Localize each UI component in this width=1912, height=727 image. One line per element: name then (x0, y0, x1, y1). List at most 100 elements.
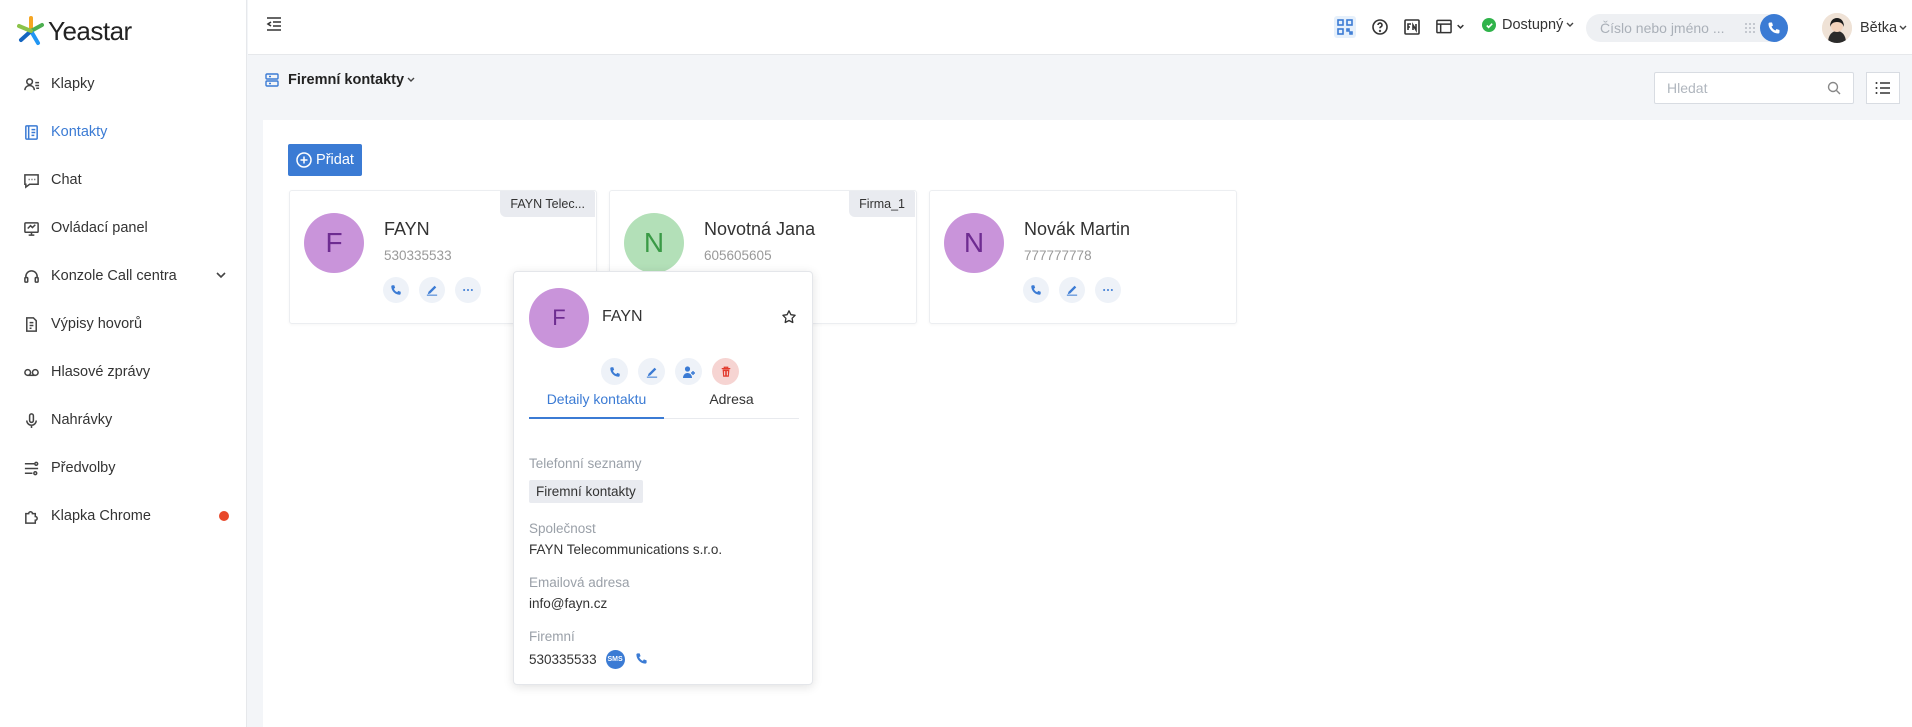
card-actions (383, 277, 491, 303)
contact-name: Novák Martin (1024, 219, 1131, 239)
preferences-icon (22, 459, 40, 477)
sidebar-item-hlasove-zpravy[interactable]: Hlasové zprávy (0, 348, 247, 396)
sidebar-item-label: Nahrávky (51, 412, 113, 428)
phone-icon (391, 285, 401, 295)
email-label: Emailová adresa (529, 575, 630, 590)
business-phone-row: 530335533 SMS (529, 650, 648, 669)
list-icon (1875, 82, 1890, 94)
contact-name: Novotná Jana (704, 219, 816, 239)
microphone-icon (22, 411, 40, 429)
avatar: N (624, 213, 684, 273)
call-button[interactable] (1760, 14, 1788, 42)
phonebooks-label: Telefonní seznamy (529, 456, 642, 471)
email-value: info@fayn.cz (529, 596, 608, 611)
avatar (1822, 13, 1852, 43)
contact-card[interactable]: N Novák Martin 777777778 (929, 190, 1237, 324)
sidebar-item-label: Výpisy hovorů (51, 316, 143, 332)
card-actions (1023, 277, 1131, 303)
tab-address[interactable]: Adresa (664, 391, 799, 419)
dashboard-icon (22, 219, 40, 237)
more-button[interactable] (455, 277, 481, 303)
sidebar-item-ovladaci-panel[interactable]: Ovládací panel (0, 204, 247, 252)
contact-number: 777777778 (1024, 248, 1092, 263)
dial-input[interactable] (1600, 20, 1750, 36)
chevron-down-icon (1899, 25, 1907, 30)
add-contact-button[interactable]: Přidat (288, 144, 362, 176)
edit-button[interactable] (1059, 277, 1085, 303)
window-layout-icon[interactable] (1434, 17, 1470, 37)
sms-icon[interactable]: SMS (605, 650, 625, 669)
sidebar-item-konzole-call-centra[interactable]: Konzole Call centra (0, 252, 247, 300)
dial-box (1586, 14, 1788, 42)
contact-detail-popup: F FAYN Detaily kontaktu Adresa Telefonní… (513, 271, 813, 685)
notification-dot (219, 511, 229, 521)
sidebar: Yeastar Klapky Kontakty Chat Ovládací pa… (0, 0, 247, 727)
phonebook-label: Firemní kontakty (288, 72, 405, 88)
yeastar-logo-icon (17, 16, 44, 45)
pencil-icon (646, 367, 657, 378)
availability-status[interactable]: Dostupný (1482, 17, 1575, 33)
company-tag: Firma_1 (849, 191, 915, 217)
phonebook-chip: Firemní kontakty (529, 480, 643, 503)
sidebar-item-klapka-chrome[interactable]: Klapka Chrome (0, 492, 247, 540)
puzzle-icon (22, 507, 40, 525)
call-button[interactable] (601, 358, 628, 385)
voicemail-icon (22, 363, 40, 381)
sidebar-item-label: Konzole Call centra (51, 268, 177, 284)
plus-circle-icon (296, 152, 312, 168)
sidebar-item-label: Chat (51, 172, 82, 188)
tab-contact-details[interactable]: Detaily kontaktu (529, 391, 664, 419)
collapse-sidebar-icon[interactable] (264, 14, 284, 34)
sidebar-item-kontakty[interactable]: Kontakty (0, 108, 247, 156)
company-label: Společnost (529, 521, 596, 536)
star-icon[interactable] (781, 309, 797, 328)
sidebar-item-predvolby[interactable]: Předvolby (0, 444, 247, 492)
popup-tabs: Detaily kontaktu Adresa (529, 391, 799, 419)
delete-button[interactable] (712, 358, 739, 385)
call-button[interactable] (383, 277, 409, 303)
sidebar-item-chat[interactable]: Chat (0, 156, 247, 204)
user-menu[interactable]: Bětka (1822, 13, 1908, 43)
company-tag: FAYN Telec... (500, 191, 595, 217)
phonebook-selector[interactable]: Firemní kontakty (264, 72, 424, 88)
yeastar-logo[interactable]: Yeastar (16, 14, 132, 48)
phone-icon (609, 366, 620, 377)
phone-icon (1031, 285, 1041, 295)
search-input[interactable] (1667, 80, 1817, 96)
sidebar-item-vypisy-hovoru[interactable]: Výpisy hovorů (0, 300, 247, 348)
user-list-icon (22, 75, 40, 93)
qr-code-icon[interactable] (1334, 16, 1356, 38)
business-phone-label: Firemní (529, 629, 575, 644)
add-user-icon (682, 365, 695, 378)
popup-contact-name: FAYN (602, 308, 643, 325)
chevron-down-icon[interactable] (215, 269, 227, 285)
contact-number: 530335533 (384, 248, 452, 263)
contact-name: FAYN (384, 219, 430, 239)
more-button[interactable] (1095, 277, 1121, 303)
sidebar-item-label: Kontakty (51, 124, 108, 140)
search-box (1654, 72, 1854, 104)
headset-icon (22, 267, 40, 285)
contacts-subheader: Firemní kontakty (248, 56, 1912, 120)
phonebook-icon (265, 73, 279, 87)
edit-button[interactable] (419, 277, 445, 303)
sidebar-item-klapky[interactable]: Klapky (0, 60, 247, 108)
phone-icon[interactable] (635, 652, 648, 668)
dialpad-icon[interactable] (1743, 21, 1757, 35)
list-view-button[interactable] (1866, 72, 1900, 104)
add-label: Přidat (316, 152, 354, 168)
function-keys-icon[interactable] (1402, 17, 1422, 37)
user-name: Bětka (1860, 20, 1898, 36)
avatar: F (304, 213, 364, 273)
sidebar-item-nahravky[interactable]: Nahrávky (0, 396, 247, 444)
call-button[interactable] (1023, 277, 1049, 303)
sidebar-nav: Klapky Kontakty Chat Ovládací panel Konz… (0, 60, 247, 540)
business-phone-value: 530335533 (529, 652, 597, 667)
status-label: Dostupný (1502, 17, 1564, 33)
sidebar-item-label: Hlasové zprávy (51, 364, 151, 380)
help-icon[interactable] (1370, 17, 1390, 37)
add-to-contacts-button[interactable] (675, 358, 702, 385)
chevron-down-icon (1566, 22, 1574, 27)
search-icon[interactable] (1827, 81, 1841, 98)
edit-button[interactable] (638, 358, 665, 385)
